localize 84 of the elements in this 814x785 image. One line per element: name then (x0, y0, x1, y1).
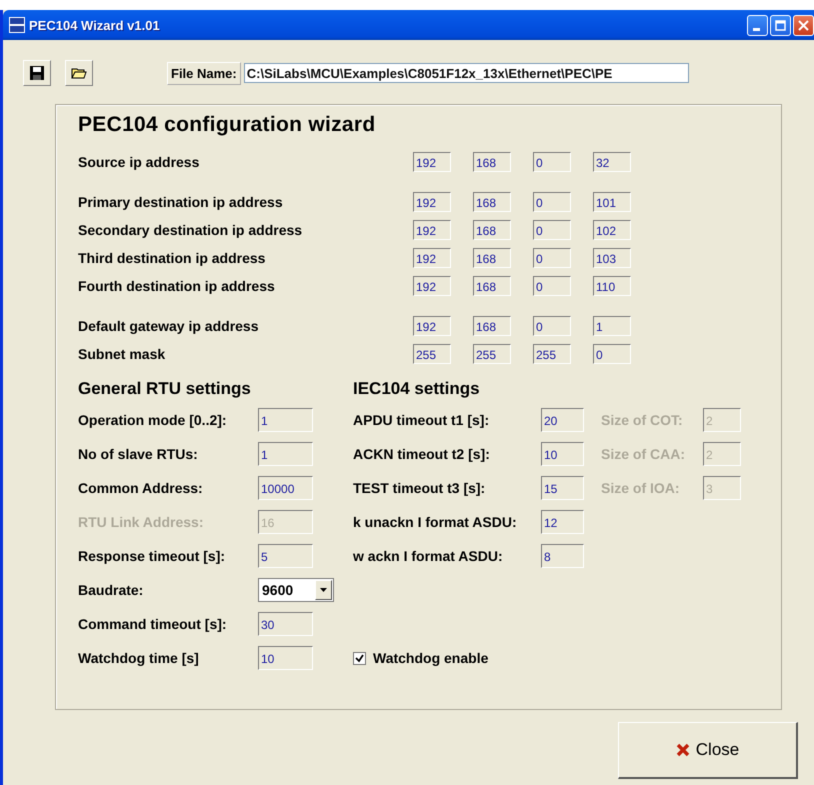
octet-field[interactable]: 0 (593, 344, 631, 364)
octet-field[interactable]: 0 (533, 192, 571, 212)
octet-field[interactable]: 32 (593, 152, 631, 172)
octet-field[interactable]: 192 (413, 220, 451, 240)
field-label: RTU Link Address: (78, 514, 204, 530)
folder-icon (71, 66, 87, 80)
maximize-button[interactable] (770, 14, 791, 36)
field-label: Size of CAA: (601, 446, 686, 462)
text-field[interactable]: 5 (258, 544, 313, 568)
text-field[interactable]: 10 (258, 646, 313, 670)
ip-label: Secondary destination ip address (78, 222, 304, 238)
minimize-icon (752, 28, 760, 30)
octet-field[interactable]: 255 (413, 344, 451, 364)
field-label: w ackn I format ASDU: (353, 548, 504, 564)
section-title: IEC104 settings (353, 379, 481, 399)
field-label: Command timeout [s]: (78, 616, 228, 632)
octet-field[interactable]: 168 (473, 316, 511, 336)
octet-field[interactable]: 168 (473, 152, 511, 172)
watchdog-checkbox[interactable] (353, 652, 366, 664)
octet-field[interactable]: 168 (473, 248, 511, 268)
caret-icon (320, 588, 327, 592)
octet-field[interactable]: 255 (473, 344, 511, 364)
octet-field[interactable]: 0 (533, 220, 571, 240)
text-field[interactable]: 20 (541, 408, 584, 432)
save-button[interactable] (23, 60, 51, 86)
ip-label: Fourth destination ip address (78, 278, 276, 294)
field-label: APDU timeout t1 [s]: (353, 412, 490, 428)
octet-field[interactable]: 102 (593, 220, 631, 240)
minimize-button[interactable] (747, 14, 768, 36)
close-icon (798, 20, 809, 30)
checkbox-label: Watchdog enable (373, 650, 488, 666)
octet-field[interactable]: 0 (533, 276, 571, 296)
ip-label: Primary destination ip address (78, 194, 284, 210)
ip-label: Source ip address (78, 154, 200, 170)
file-name-field[interactable]: C:\SiLabs\MCU\Examples\C8051F12x_13x\Ethernet\PEC\PE (244, 63, 689, 83)
octet-field[interactable]: 192 (413, 192, 451, 212)
octet-field[interactable]: 192 (413, 316, 451, 336)
text-field[interactable]: 15 (541, 476, 584, 500)
ip-label: Third destination ip address (78, 250, 266, 266)
octet-field[interactable]: 1 (593, 316, 631, 336)
cross-icon (676, 743, 690, 757)
field-label: k unackn I format ASDU: (353, 514, 518, 530)
field-label: Response timeout [s]: (78, 548, 226, 564)
octet-field[interactable]: 168 (473, 220, 511, 240)
field-label: Size of COT: (601, 412, 684, 428)
field-label: ACKN timeout t2 [s]: (353, 446, 491, 462)
field-label: Operation mode [0..2]: (78, 412, 228, 428)
field-label: No of slave RTUs: (78, 446, 199, 462)
open-folder-button[interactable] (65, 60, 93, 86)
octet-field[interactable]: 0 (533, 152, 571, 172)
text-field[interactable]: 8 (541, 544, 584, 568)
window-title: PEC104 Wizard v1.01 (29, 18, 161, 32)
section-title: General RTU settings (78, 379, 252, 399)
octet-field[interactable]: 192 (413, 276, 451, 296)
text-field[interactable]: 10000 (258, 476, 313, 500)
octet-field[interactable]: 103 (593, 248, 631, 268)
field-label: Common Address: (78, 480, 204, 496)
octet-field[interactable]: 101 (593, 192, 631, 212)
field-label: Watchdog time [s] (78, 650, 200, 666)
octet-field[interactable]: 192 (413, 248, 451, 268)
ip-label: Subnet mask (78, 346, 166, 362)
text-field[interactable]: 1 (258, 442, 313, 466)
text-field[interactable]: 12 (541, 510, 584, 534)
octet-field[interactable]: 0 (533, 316, 571, 336)
text-field[interactable]: 30 (258, 612, 313, 636)
ip-label: Default gateway ip address (78, 318, 260, 334)
maximize-icon (775, 20, 786, 30)
octet-field[interactable]: 168 (473, 276, 511, 296)
octet-field[interactable]: 110 (593, 276, 631, 296)
text-field[interactable]: 1 (258, 408, 313, 432)
app-icon (9, 17, 25, 33)
panel-heading: PEC104 configuration wizard (78, 113, 376, 137)
baudrate-dropdown[interactable]: 9600 (258, 578, 334, 602)
close-window-button[interactable] (793, 14, 814, 36)
octet-field[interactable]: 255 (533, 344, 571, 364)
field-label: Size of IOA: (601, 480, 681, 496)
field-label: TEST timeout t3 [s]: (353, 480, 486, 496)
field-label: Baudrate: (78, 582, 144, 598)
octet-field[interactable]: 168 (473, 192, 511, 212)
octet-field[interactable]: 192 (413, 152, 451, 172)
close-button[interactable]: Close (618, 722, 798, 779)
text-field[interactable]: 10 (541, 442, 584, 466)
file-name-label: File Name: (167, 62, 241, 84)
octet-field[interactable]: 0 (533, 248, 571, 268)
